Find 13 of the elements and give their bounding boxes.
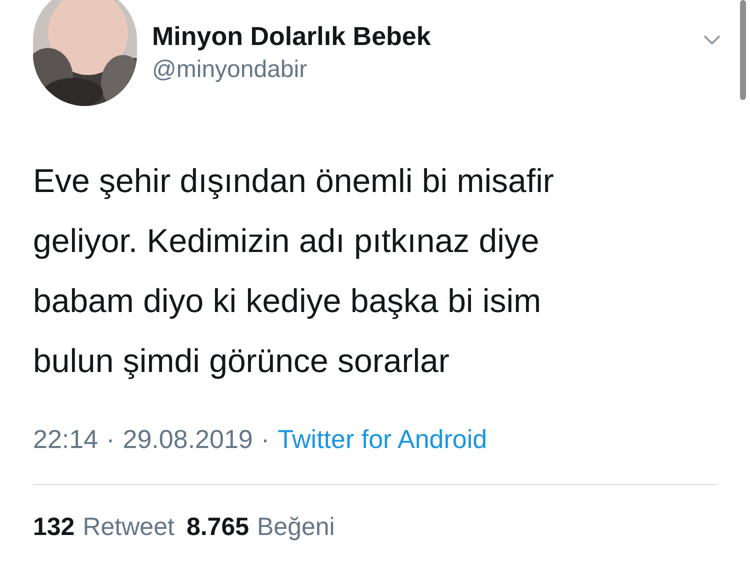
separator: · xyxy=(260,423,270,455)
tweet-text: Eve şehir dışından önemli bi misafir geliyor. Kedimizin adı pıtkınaz diye babam diyo ki kediye başka bi isim bulun şimdi görünce sorarlar xyxy=(32,161,555,381)
source-link[interactable]: Twitter for Android xyxy=(278,423,488,455)
scrollbar[interactable] xyxy=(740,0,746,100)
tweet-time: 22:14 xyxy=(33,423,98,455)
stat-count: 132 xyxy=(33,512,75,543)
tweet-date: 29.08.2019 xyxy=(122,423,253,455)
author-name[interactable]: Minyon Dolarlık Bebek xyxy=(152,20,431,52)
stat-label[interactable]: Retweet xyxy=(82,511,174,543)
author-handle[interactable]: @minyondabir xyxy=(152,54,431,86)
stat-count: 8.765 xyxy=(186,512,249,543)
separator: · xyxy=(106,423,115,455)
stat-label[interactable]: Beğeni xyxy=(257,511,335,543)
